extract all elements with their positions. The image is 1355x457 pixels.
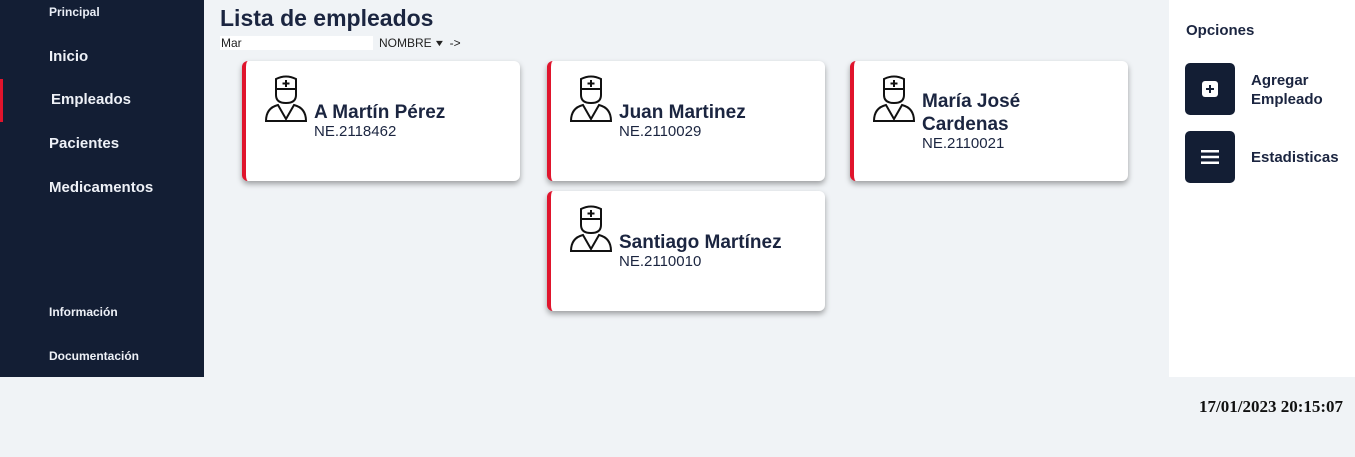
add-employee-label[interactable]: Agregar Empleado — [1251, 71, 1351, 109]
employee-card[interactable]: A Martín Pérez NE.2118462 — [242, 61, 520, 181]
sidebar-item-documentacion[interactable]: Documentación — [49, 349, 139, 363]
menu-icon — [1201, 150, 1219, 164]
employee-name: María José Cardenas — [922, 91, 1021, 135]
doctor-icon — [569, 75, 613, 122]
sort-select[interactable]: NOMBRE ▼ — [379, 36, 445, 50]
sidebar-item-empleados[interactable]: Empleados — [51, 91, 131, 108]
employee-name: A Martín Pérez — [314, 102, 446, 123]
employee-code: NE.2118462 — [314, 123, 397, 140]
plus-icon — [1202, 81, 1218, 97]
employee-card[interactable]: María José Cardenas NE.2110021 — [850, 61, 1128, 181]
sidebar: Principal Inicio Empleados Pacientes Med… — [0, 0, 204, 377]
employee-code: NE.2110029 — [619, 123, 702, 140]
doctor-icon — [872, 75, 916, 122]
search-input[interactable] — [220, 36, 373, 50]
statistics-label[interactable]: Estadisticas — [1251, 148, 1339, 167]
sort-select-value: NOMBRE — [379, 36, 432, 50]
doctor-icon — [264, 75, 308, 122]
sidebar-item-medicamentos[interactable]: Medicamentos — [49, 179, 153, 196]
chevron-down-icon: ▼ — [433, 38, 445, 48]
go-button[interactable]: -> — [450, 36, 461, 50]
sidebar-section-principal: Principal — [49, 5, 100, 19]
datetime-display: 17/01/2023 20:15:07 — [1199, 397, 1344, 416]
page-title: Lista de empleados — [220, 5, 434, 31]
sidebar-item-informacion[interactable]: Información — [49, 305, 118, 319]
filter-bar: NOMBRE ▼ -> — [220, 35, 461, 51]
employee-name: Juan Martinez — [619, 102, 746, 123]
employee-code: NE.2110010 — [619, 253, 702, 270]
options-panel: Opciones Agregar Empleado Estadisticas — [1169, 0, 1355, 377]
options-title: Opciones — [1186, 22, 1255, 39]
employee-card[interactable]: Santiago Martínez NE.2110010 — [547, 191, 825, 311]
statistics-button[interactable] — [1185, 131, 1235, 183]
sidebar-active-indicator — [0, 79, 3, 122]
employee-card[interactable]: Juan Martinez NE.2110029 — [547, 61, 825, 181]
doctor-icon — [569, 205, 613, 252]
sidebar-item-pacientes[interactable]: Pacientes — [49, 135, 119, 152]
employee-code: NE.2110021 — [922, 135, 1005, 152]
employee-name: Santiago Martínez — [619, 232, 782, 253]
add-employee-button[interactable] — [1185, 63, 1235, 115]
sidebar-item-inicio[interactable]: Inicio — [49, 48, 88, 65]
